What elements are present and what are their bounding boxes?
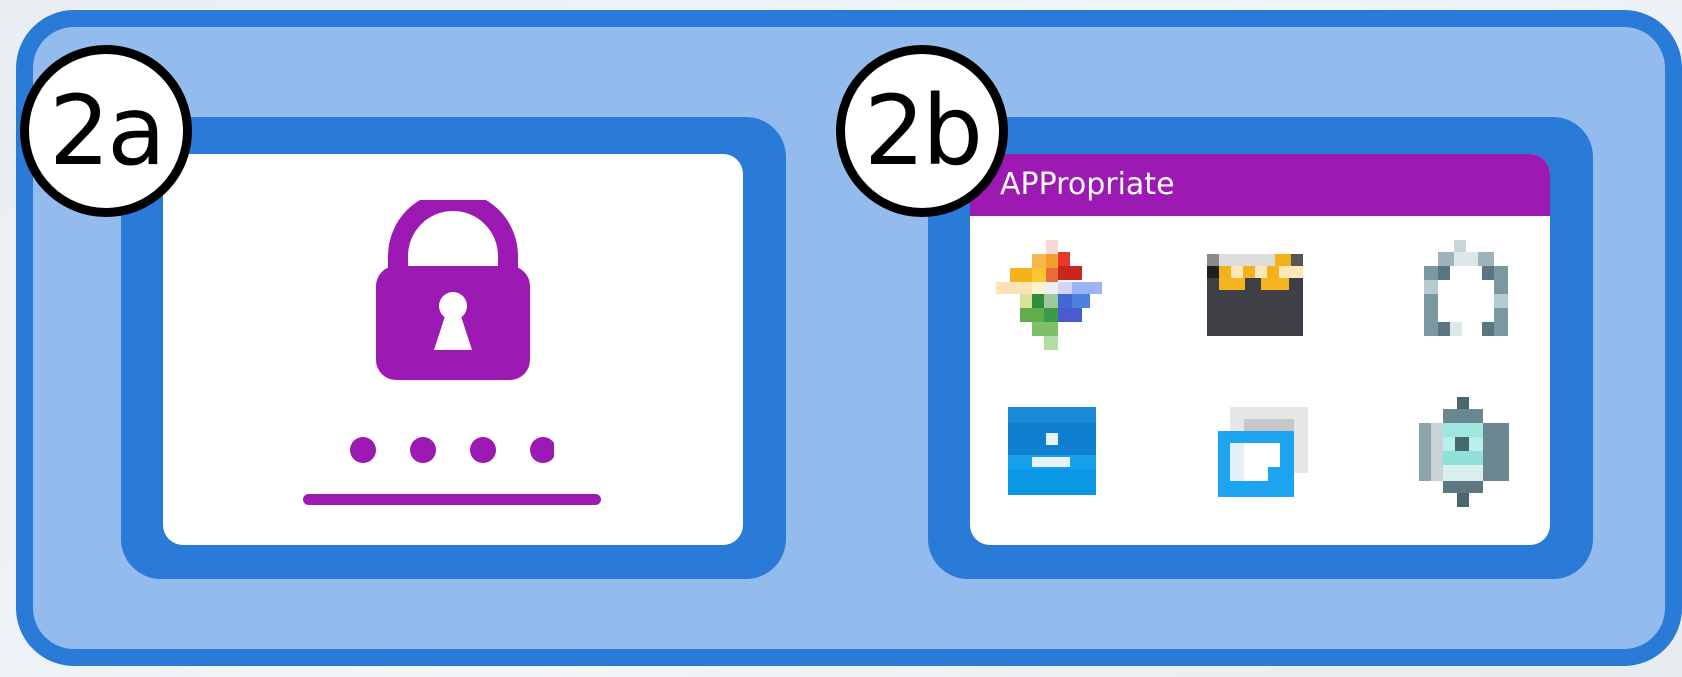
app-window: APPropriate xyxy=(970,154,1550,545)
password-dots xyxy=(350,435,554,465)
password-dot xyxy=(410,437,436,463)
step-badge-2b: 2b xyxy=(836,45,1008,217)
blue-window-app-icon[interactable] xyxy=(1218,407,1308,497)
lock-screen-card xyxy=(163,154,743,545)
robot-app-icon[interactable] xyxy=(1419,397,1509,507)
ring-app-icon[interactable] xyxy=(1418,240,1514,350)
password-dot xyxy=(530,437,554,463)
padlock-icon xyxy=(376,200,530,380)
clapperboard-app-icon[interactable] xyxy=(1207,240,1303,336)
password-field-underline xyxy=(303,494,601,505)
panel-2b-app-window: APPropriate xyxy=(928,117,1593,579)
panel-2a-locked-device xyxy=(121,117,786,579)
password-dot xyxy=(470,437,496,463)
blue-square-app-icon[interactable] xyxy=(1008,407,1096,495)
pinwheel-app-icon[interactable] xyxy=(996,240,1106,358)
step-badge-2a: 2a xyxy=(20,45,192,217)
password-dot xyxy=(350,437,376,463)
window-title: APPropriate xyxy=(970,154,1550,216)
